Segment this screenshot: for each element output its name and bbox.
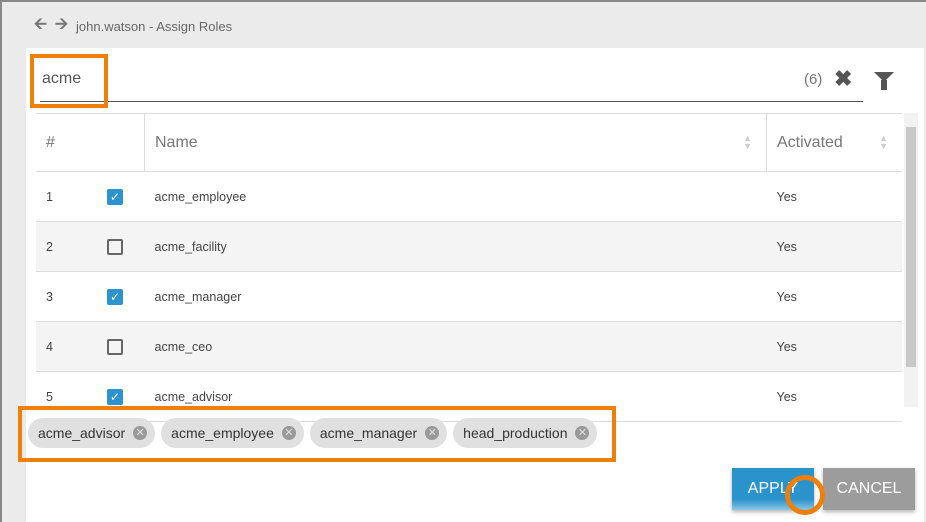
forward-arrow-icon[interactable]: 🡪 (55, 13, 68, 40)
activated: Yes (766, 371, 902, 422)
row-number: 3 (36, 271, 97, 322)
back-arrow-icon[interactable]: 🡨 (34, 13, 47, 40)
sort-icon: ▲ ▼ (879, 133, 888, 151)
table-row[interactable]: 2 acme_facility Yes (36, 221, 902, 272)
role-name: acme_facility (144, 221, 767, 272)
row-checkbox[interactable] (107, 238, 123, 255)
page-title: john.watson - Assign Roles (76, 18, 233, 34)
activated: Yes (766, 171, 902, 222)
role-name: acme_employee (144, 171, 767, 222)
scrollbar[interactable] (904, 113, 918, 407)
search-input[interactable]: acme (40, 62, 863, 102)
click-indicator (785, 475, 825, 515)
table-row[interactable]: 3 ✓ acme_manager Yes (36, 271, 902, 322)
sort-icon: ▲ ▼ (743, 133, 752, 151)
col-number: # (36, 113, 97, 172)
col-activated[interactable]: Activated ▲ ▼ (766, 113, 902, 172)
scrollbar-thumb[interactable] (906, 127, 916, 367)
result-count: (6) (804, 71, 823, 88)
row-checkbox[interactable]: ✓ (107, 388, 123, 405)
clear-icon[interactable]: ✖ (834, 66, 852, 92)
row-number: 4 (36, 321, 97, 372)
role-name: acme_ceo (144, 321, 767, 372)
highlight-box (18, 406, 616, 462)
row-checkbox[interactable]: ✓ (107, 188, 123, 205)
col-name[interactable]: Name ▲ ▼ (144, 113, 767, 172)
row-checkbox[interactable]: ✓ (107, 288, 123, 305)
roles-table: # Name ▲ ▼ Activated ▲ ▼ 1 ✓ acme_employee Yes 2… (36, 113, 902, 422)
table-row[interactable]: 1 ✓ acme_employee Yes (36, 171, 902, 222)
row-checkbox[interactable] (107, 338, 123, 355)
activated: Yes (766, 321, 902, 372)
row-number: 1 (36, 171, 97, 222)
activated: Yes (766, 271, 902, 322)
filter-icon[interactable] (874, 72, 894, 90)
table-row[interactable]: 4 acme_ceo Yes (36, 321, 902, 372)
title-bar: 🡨 🡪 john.watson - Assign Roles (34, 16, 232, 36)
highlight-box (30, 54, 108, 108)
col-select (97, 113, 145, 172)
activated: Yes (766, 221, 902, 272)
row-number: 2 (36, 221, 97, 272)
cancel-button[interactable]: CANCEL (823, 468, 915, 510)
role-name: acme_manager (144, 271, 767, 322)
